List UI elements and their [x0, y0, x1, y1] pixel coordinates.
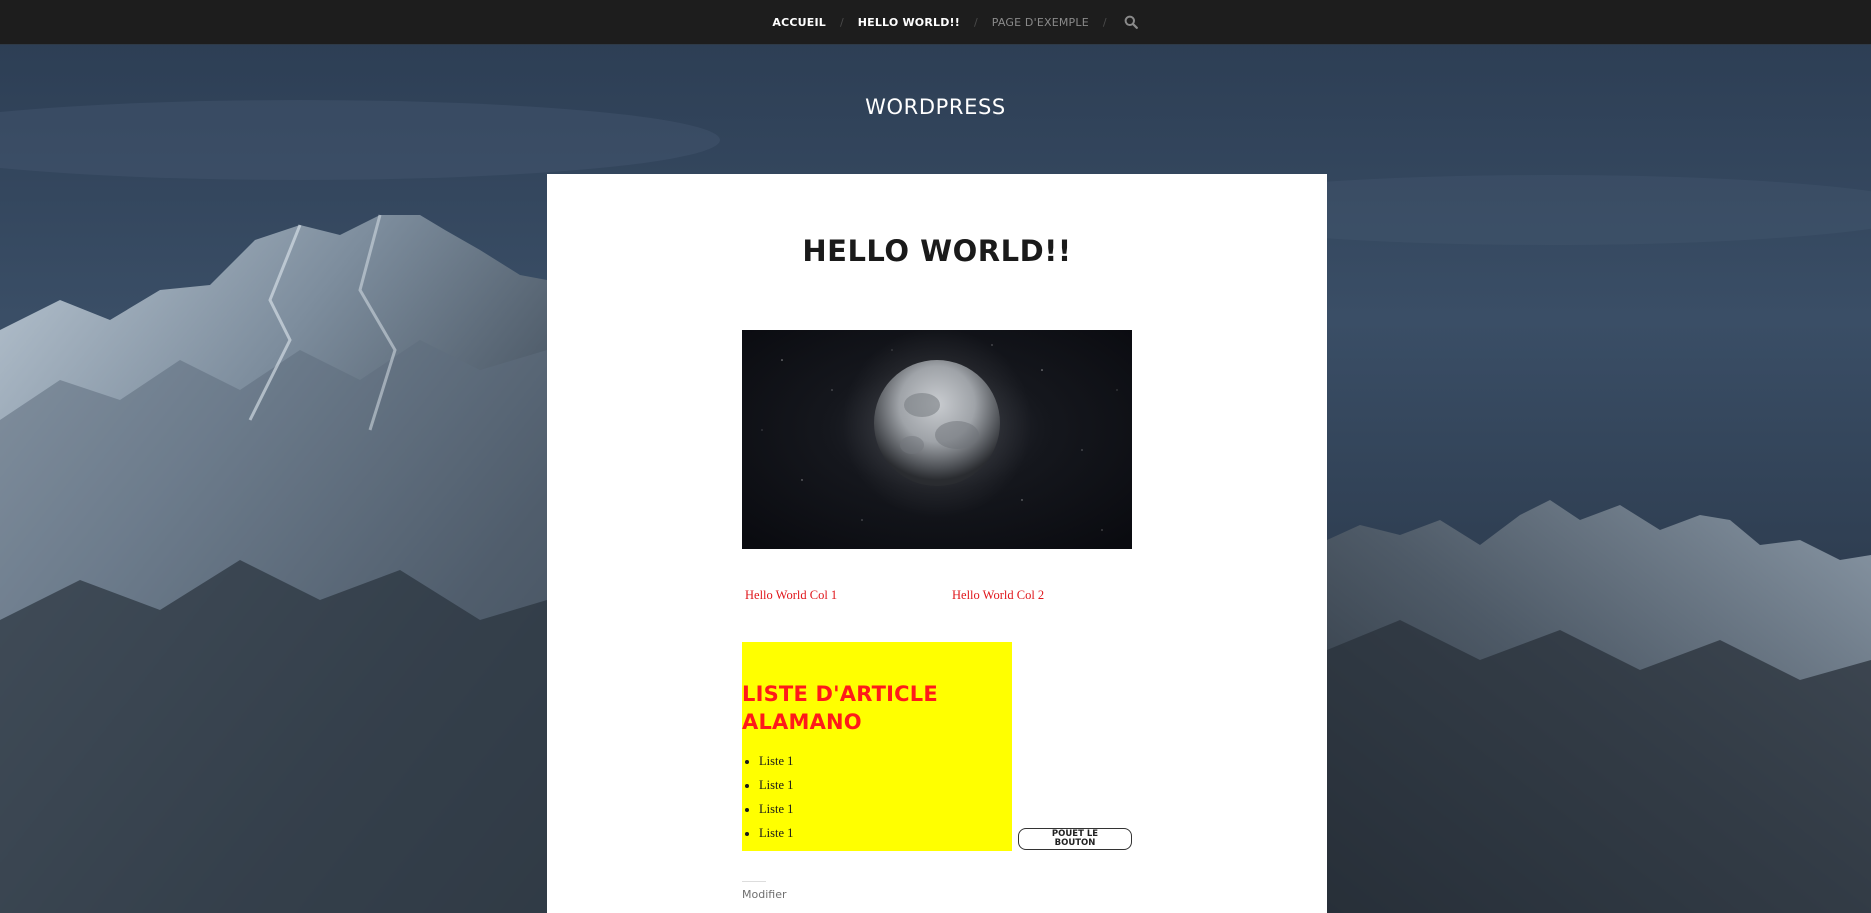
article-list-title: LISTE D'ARTICLE ALAMANO: [742, 682, 938, 734]
site-title[interactable]: WORDPRESS: [0, 95, 1871, 119]
nav-separator: /: [840, 15, 844, 29]
nav-item-page-exemple[interactable]: PAGE D'EXEMPLE: [992, 16, 1089, 29]
post-content-card: HELLO WORLD!! Hello World Col 1 Hello Wo…: [547, 174, 1327, 913]
list-item: Liste 1: [759, 749, 793, 773]
nav-item-accueil[interactable]: ACCUEIL: [772, 16, 826, 29]
search-icon: [1124, 15, 1138, 29]
nav-separator: /: [973, 15, 978, 29]
top-navigation-bar: ACCUEIL / HELLO WORLD!! / PAGE D'EXEMPLE…: [0, 0, 1871, 45]
pouet-button[interactable]: POUET LE BOUTON: [1018, 828, 1132, 850]
column-1-text: Hello World Col 1: [745, 588, 838, 602]
list-item: Liste 1: [759, 773, 793, 797]
moon-image: [742, 330, 1132, 549]
edit-divider: [742, 881, 766, 882]
post-title: HELLO WORLD!!: [802, 234, 1072, 268]
column-2-text: Hello World Col 2: [952, 588, 1045, 602]
list-item: Liste 1: [759, 797, 793, 821]
article-list-box: LISTE D'ARTICLE ALAMANO Liste 1 Liste 1 …: [742, 642, 1012, 851]
edit-link[interactable]: Modifier: [742, 888, 786, 901]
nav-menu: ACCUEIL / HELLO WORLD!! / PAGE D'EXEMPLE…: [0, 0, 1871, 44]
search-button[interactable]: [1123, 14, 1139, 30]
list-item: Liste 1: [759, 821, 793, 845]
article-list: Liste 1 Liste 1 Liste 1 Liste 1: [742, 749, 793, 845]
nav-separator: /: [1102, 15, 1107, 29]
nav-item-hello-world[interactable]: HELLO WORLD!!: [858, 16, 960, 29]
